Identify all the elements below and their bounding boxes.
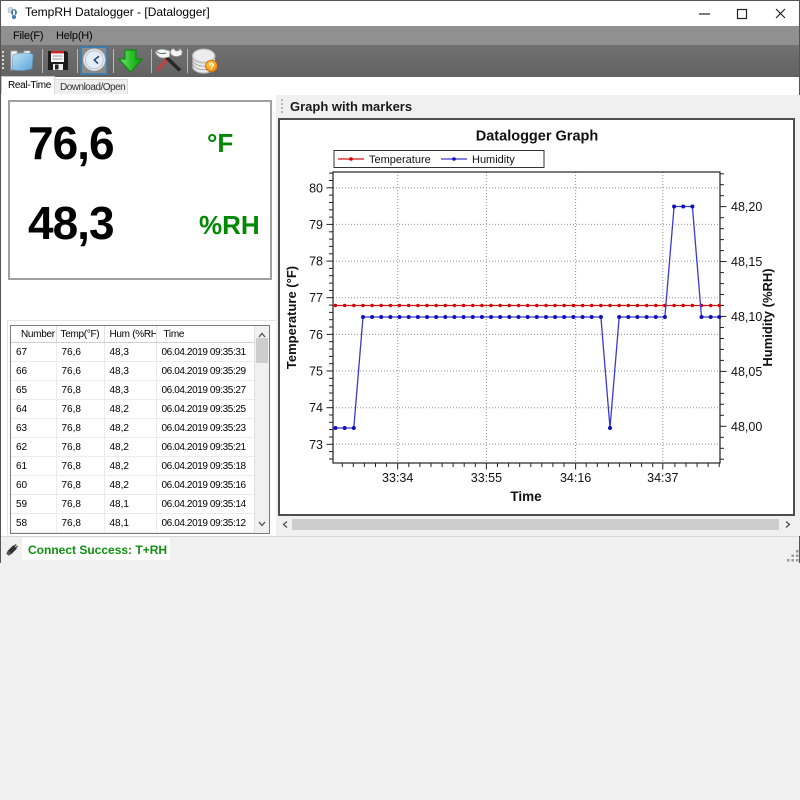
svg-text:48,10: 48,10 [731, 310, 762, 324]
svg-text:78: 78 [309, 255, 323, 269]
svg-text:33:55: 33:55 [471, 471, 502, 485]
svg-text:48,05: 48,05 [731, 365, 762, 379]
svg-text:Humidity: Humidity [472, 154, 515, 166]
svg-text:Temperature (°F): Temperature (°F) [284, 266, 299, 369]
svg-text:Temperature: Temperature [369, 154, 431, 166]
svg-text:Time: Time [510, 489, 542, 504]
svg-text:80: 80 [309, 181, 323, 195]
svg-text:79: 79 [309, 218, 323, 232]
svg-text:?: ? [209, 62, 215, 73]
svg-text:73: 73 [309, 438, 323, 452]
svg-text:Humidity (%RH): Humidity (%RH) [760, 268, 775, 366]
svg-text:Datalogger Graph: Datalogger Graph [476, 129, 598, 145]
svg-text:48,00: 48,00 [731, 420, 762, 434]
svg-text:75: 75 [309, 365, 323, 379]
svg-text:33:34: 33:34 [382, 471, 413, 485]
svg-text:76: 76 [309, 328, 323, 342]
svg-text:48,20: 48,20 [731, 200, 762, 214]
svg-text:77: 77 [309, 291, 323, 305]
svg-text:74: 74 [309, 401, 323, 415]
svg-text:34:37: 34:37 [647, 471, 678, 485]
svg-text:48,15: 48,15 [731, 255, 762, 269]
svg-text:34:16: 34:16 [560, 471, 591, 485]
